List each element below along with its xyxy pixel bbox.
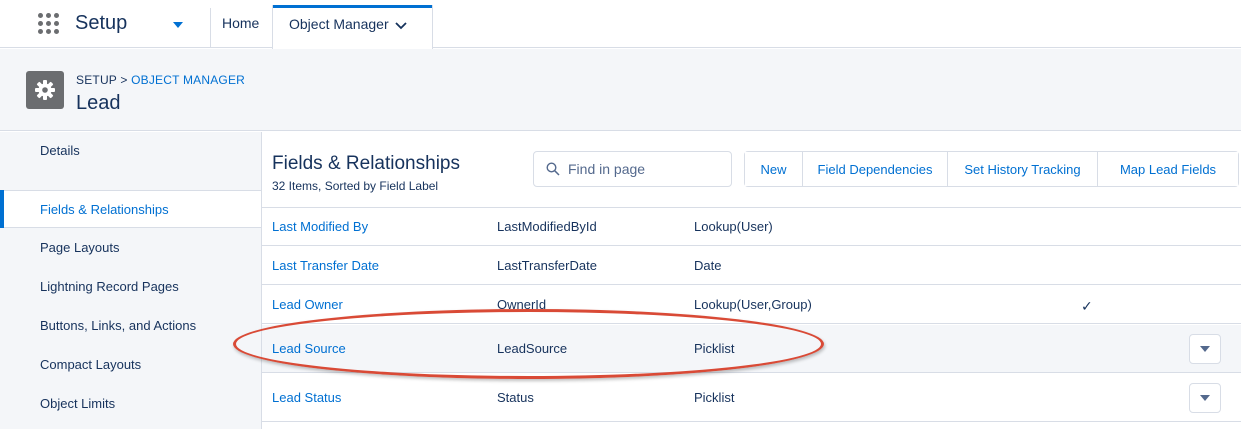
nav-tab-home[interactable]: Home — [222, 15, 259, 31]
section-title: Fields & Relationships — [272, 153, 460, 174]
sidebar-item-object-limits[interactable]: Object Limits — [0, 385, 261, 423]
sidebar-item-fields-relationships[interactable]: Fields & Relationships — [0, 190, 261, 228]
chevron-down-icon[interactable] — [394, 19, 408, 31]
field-label-link[interactable]: Last Modified By — [272, 219, 368, 234]
global-nav-bar: Setup Home Object Manager — [0, 0, 1241, 49]
breadcrumb-setup: SETUP — [76, 73, 117, 87]
sidebar-item-compact-layouts[interactable]: Compact Layouts — [0, 346, 261, 384]
field-data-type: Lookup(User) — [694, 219, 773, 234]
indexed-check-icon: ✓ — [1081, 298, 1093, 314]
nav-menu-chevron-down-icon[interactable] — [172, 20, 184, 30]
field-data-type: Date — [694, 258, 722, 273]
page-title: Lead — [76, 92, 121, 114]
field-label-link[interactable]: Lead Owner — [272, 297, 343, 312]
field-api-name: LeadSource — [497, 341, 568, 356]
table-row: Lead Status Status Picklist — [262, 374, 1241, 422]
new-button[interactable]: New — [745, 152, 803, 186]
app-launcher-icon[interactable] — [38, 13, 60, 35]
field-data-type: Picklist — [694, 341, 735, 356]
section-subtitle: 32 Items, Sorted by Field Label — [272, 179, 439, 193]
action-button-group: New Field Dependencies Set History Track… — [744, 151, 1239, 187]
sidebar-item-page-layouts[interactable]: Page Layouts — [0, 229, 261, 267]
app-name: Setup — [75, 12, 128, 34]
search-icon — [546, 162, 560, 176]
field-label-link[interactable]: Lead Source — [272, 341, 346, 356]
table-row: Lead Owner OwnerId Lookup(User,Group) ✓ — [262, 286, 1241, 324]
field-data-type: Lookup(User,Group) — [694, 297, 812, 312]
field-label-link[interactable]: Lead Status — [272, 390, 341, 405]
field-dependencies-button[interactable]: Field Dependencies — [803, 152, 948, 186]
table-row: Lead Source LeadSource Picklist — [262, 325, 1241, 373]
table-row: Last Transfer Date LastTransferDate Date — [262, 247, 1241, 285]
sidebar-item-lightning-record-pages[interactable]: Lightning Record Pages — [0, 268, 261, 306]
field-api-name: OwnerId — [497, 297, 547, 312]
breadcrumb-separator: > — [120, 73, 128, 87]
nav-tab-object-manager[interactable]: Object Manager — [272, 5, 433, 49]
sidebar-item-details[interactable]: Details — [0, 132, 261, 170]
breadcrumb: SETUP > OBJECT MANAGER — [76, 73, 245, 87]
breadcrumb-object-manager-link[interactable]: OBJECT MANAGER — [131, 73, 245, 87]
set-history-tracking-button[interactable]: Set History Tracking — [948, 152, 1098, 186]
page-header: SETUP > OBJECT MANAGER Lead — [0, 49, 1241, 131]
nav-tab-label: Object Manager — [289, 16, 389, 32]
active-tab-indicator — [273, 5, 432, 8]
table-row: Last Modified By LastModifiedById Lookup… — [262, 208, 1241, 246]
gear-icon — [26, 71, 64, 109]
field-api-name: LastTransferDate — [497, 258, 597, 273]
map-lead-fields-button[interactable]: Map Lead Fields — [1098, 152, 1238, 186]
field-label-link[interactable]: Last Transfer Date — [272, 258, 379, 273]
row-actions-chevron-down-icon[interactable] — [1189, 334, 1221, 364]
nav-divider — [210, 8, 211, 48]
search-box — [533, 151, 732, 187]
sidebar-item-buttons-links-actions[interactable]: Buttons, Links, and Actions — [0, 307, 261, 345]
field-api-name: LastModifiedById — [497, 219, 597, 234]
field-data-type: Picklist — [694, 390, 735, 405]
object-sidebar: Details Fields & Relationships Page Layo… — [0, 132, 262, 429]
search-input[interactable] — [568, 158, 718, 180]
row-actions-chevron-down-icon[interactable] — [1189, 383, 1221, 413]
field-api-name: Status — [497, 390, 534, 405]
